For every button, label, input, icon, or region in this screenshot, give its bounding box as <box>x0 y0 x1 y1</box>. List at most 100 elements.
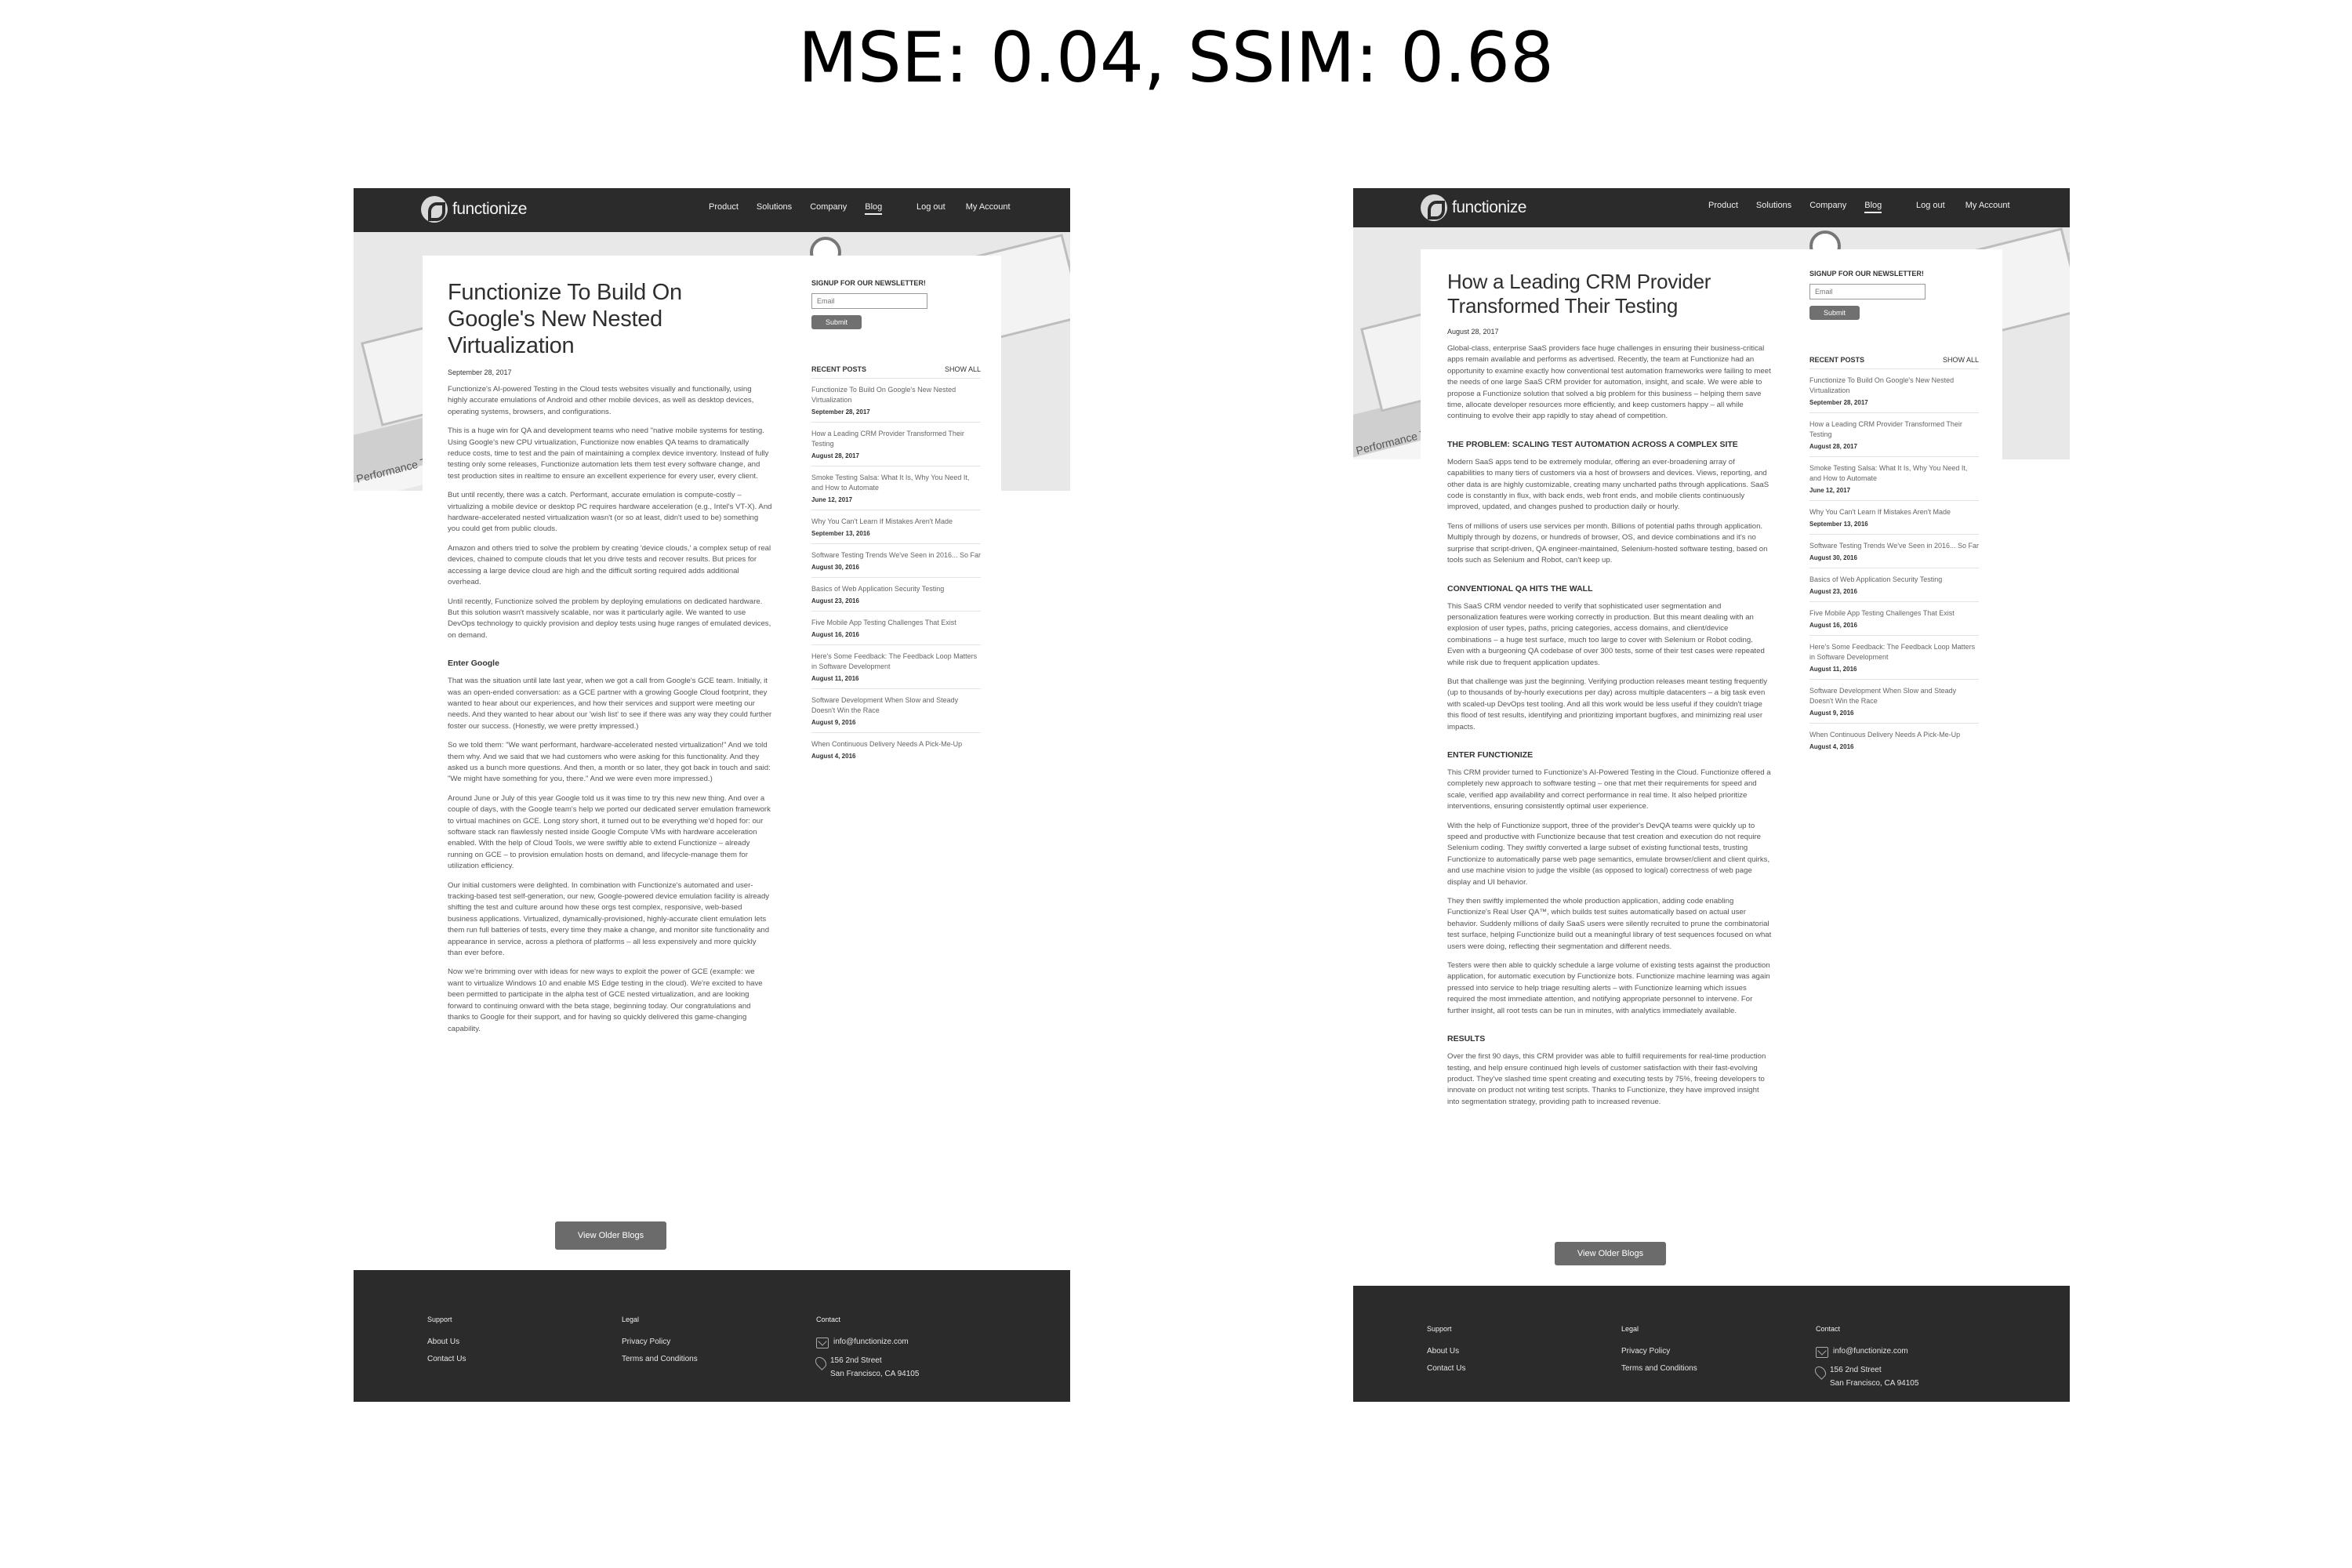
recent-post-date: September 13, 2016 <box>811 530 870 537</box>
recent-posts-header: RECENT POSTS SHOW ALL <box>1809 356 1979 364</box>
footer-legal: Legal Privacy Policy Terms and Condition… <box>622 1316 698 1372</box>
account-links: Log out My Account <box>916 202 1011 212</box>
recent-post-item[interactable]: Basics of Web Application Security Testi… <box>1809 568 1979 601</box>
article-body: Global-class, enterprise SaaS providers … <box>1447 343 1772 1108</box>
my-account-link[interactable]: My Account <box>1965 201 2010 210</box>
recent-posts-list: Functionize To Build On Google's New Nes… <box>1809 368 1979 757</box>
recent-post-date: August 9, 2016 <box>1809 710 1854 717</box>
recent-post-item[interactable]: Here's Some Feedback: The Feedback Loop … <box>1809 635 1979 679</box>
recent-post-item[interactable]: Smoke Testing Salsa: What It Is, Why You… <box>1809 456 1979 500</box>
logout-link[interactable]: Log out <box>916 202 946 212</box>
recent-post-date: August 30, 2016 <box>811 564 859 571</box>
recent-post-item[interactable]: When Continuous Delivery Needs A Pick-Me… <box>1809 723 1979 757</box>
recent-posts-label: RECENT POSTS <box>811 365 867 373</box>
newsletter-submit-button[interactable]: Submit <box>1809 306 1860 320</box>
recent-post-title[interactable]: How a Leading CRM Provider Transformed T… <box>811 429 981 449</box>
recent-post-item[interactable]: How a Leading CRM Provider Transformed T… <box>811 422 981 466</box>
footer-support: Support About Us Contact Us <box>427 1316 466 1372</box>
recent-post-item[interactable]: Software Testing Trends We've Seen in 20… <box>811 543 981 577</box>
nav-link-blog[interactable]: Blog <box>1864 201 1882 213</box>
recent-post-item[interactable]: Why You Can't Learn If Mistakes Aren't M… <box>811 510 981 543</box>
nav-link-product[interactable]: Product <box>709 202 739 215</box>
footer-address: 156 2nd Street San Francisco, CA 94105 <box>813 1355 920 1378</box>
recent-post-item[interactable]: Software Development When Slow and Stead… <box>811 688 981 732</box>
recent-post-title[interactable]: Functionize To Build On Google's New Nes… <box>1809 376 1979 396</box>
show-all-link[interactable]: SHOW ALL <box>1943 356 1979 364</box>
logout-link[interactable]: Log out <box>1916 201 1945 210</box>
recent-post-item[interactable]: Here's Some Feedback: The Feedback Loop … <box>811 644 981 688</box>
logo[interactable]: functionize <box>1421 194 1526 221</box>
newsletter-email-input[interactable] <box>1809 284 1926 299</box>
article-paragraph: But that challenge was just the beginnin… <box>1447 677 1767 731</box>
logo[interactable]: functionize <box>421 196 527 223</box>
footer-contact: Contact info@functionize.com 156 2nd Str… <box>813 1316 920 1386</box>
logo-text: functionize <box>1452 198 1526 216</box>
recent-post-item[interactable]: Functionize To Build On Google's New Nes… <box>811 378 981 422</box>
recent-post-item[interactable]: Smoke Testing Salsa: What It Is, Why You… <box>811 466 981 510</box>
mail-icon <box>1816 1347 1828 1358</box>
sidebar: SIGNUP FOR OUR NEWSLETTER! Submit RECENT… <box>1809 270 1979 757</box>
nav-link-company[interactable]: Company <box>1809 201 1846 213</box>
footer-contact-link[interactable]: Contact Us <box>427 1355 466 1363</box>
recent-post-date: August 28, 2017 <box>811 452 859 459</box>
recent-post-title[interactable]: Why You Can't Learn If Mistakes Aren't M… <box>811 517 981 527</box>
nav-link-solutions[interactable]: Solutions <box>757 202 792 215</box>
nav-link-blog[interactable]: Blog <box>865 202 883 215</box>
recent-post-title[interactable]: How a Leading CRM Provider Transformed T… <box>1809 419 1979 440</box>
recent-post-item[interactable]: Five Mobile App Testing Challenges That … <box>811 611 981 644</box>
recent-post-item[interactable]: How a Leading CRM Provider Transformed T… <box>1809 412 1979 456</box>
nav-link-solutions[interactable]: Solutions <box>1756 201 1791 213</box>
footer-terms-link[interactable]: Terms and Conditions <box>622 1355 698 1363</box>
recent-post-title[interactable]: Software Testing Trends We've Seen in 20… <box>1809 541 1979 551</box>
recent-post-item[interactable]: When Continuous Delivery Needs A Pick-Me… <box>811 732 981 766</box>
footer-address-line1: 156 2nd Street <box>1830 1366 1882 1374</box>
footer-terms-link[interactable]: Terms and Conditions <box>1621 1364 1697 1373</box>
footer-email-link[interactable]: info@functionize.com <box>1833 1347 1908 1356</box>
recent-post-title[interactable]: Here's Some Feedback: The Feedback Loop … <box>811 652 981 672</box>
recent-post-title[interactable]: Basics of Web Application Security Testi… <box>811 584 981 594</box>
footer-contact-link[interactable]: Contact Us <box>1427 1364 1465 1373</box>
show-all-link[interactable]: SHOW ALL <box>945 365 981 373</box>
recent-post-title[interactable]: Functionize To Build On Google's New Nes… <box>811 385 981 405</box>
footer-email-link[interactable]: info@functionize.com <box>833 1338 909 1346</box>
recent-post-title[interactable]: Smoke Testing Salsa: What It Is, Why You… <box>1809 463 1979 484</box>
view-older-blogs-button[interactable]: View Older Blogs <box>555 1221 666 1250</box>
recent-post-title[interactable]: When Continuous Delivery Needs A Pick-Me… <box>1809 730 1979 740</box>
newsletter-submit-button[interactable]: Submit <box>811 315 862 329</box>
logo-icon <box>1421 194 1447 221</box>
recent-post-title[interactable]: Software Development When Slow and Stead… <box>811 695 981 716</box>
recent-post-title[interactable]: When Continuous Delivery Needs A Pick-Me… <box>811 739 981 750</box>
footer-address-line2: San Francisco, CA 94105 <box>1830 1379 1919 1388</box>
footer-privacy-link[interactable]: Privacy Policy <box>622 1338 698 1346</box>
recent-post-item[interactable]: Software Development When Slow and Stead… <box>1809 679 1979 723</box>
recent-post-title[interactable]: Software Testing Trends We've Seen in 20… <box>811 550 981 561</box>
recent-post-date: August 11, 2016 <box>811 675 859 682</box>
recent-post-item[interactable]: Basics of Web Application Security Testi… <box>811 577 981 611</box>
recent-post-title[interactable]: Why You Can't Learn If Mistakes Aren't M… <box>1809 507 1979 517</box>
recent-post-item[interactable]: Why You Can't Learn If Mistakes Aren't M… <box>1809 500 1979 534</box>
footer-privacy-link[interactable]: Privacy Policy <box>1621 1347 1697 1356</box>
account-links: Log out My Account <box>1916 201 2010 210</box>
footer-address-line2: San Francisco, CA 94105 <box>830 1370 920 1378</box>
nav-link-company[interactable]: Company <box>810 202 847 215</box>
recent-post-title[interactable]: Basics of Web Application Security Testi… <box>1809 575 1979 585</box>
recent-post-item[interactable]: Five Mobile App Testing Challenges That … <box>1809 601 1979 635</box>
recent-post-date: August 11, 2016 <box>1809 666 1857 673</box>
article-section-heading: Results <box>1447 1034 1486 1044</box>
recent-posts-list: Functionize To Build On Google's New Nes… <box>811 378 981 766</box>
nav-link-product[interactable]: Product <box>1708 201 1738 213</box>
recent-post-title[interactable]: Software Development When Slow and Stead… <box>1809 686 1979 706</box>
recent-post-title[interactable]: Five Mobile App Testing Challenges That … <box>811 618 981 628</box>
footer-about-link[interactable]: About Us <box>427 1338 466 1346</box>
view-older-blogs-button[interactable]: View Older Blogs <box>1555 1242 1666 1265</box>
article-paragraph: Global-class, enterprise SaaS providers … <box>1447 344 1771 421</box>
recent-post-title[interactable]: Here's Some Feedback: The Feedback Loop … <box>1809 642 1979 662</box>
recent-post-item[interactable]: Software Testing Trends We've Seen in 20… <box>1809 534 1979 568</box>
footer-about-link[interactable]: About Us <box>1427 1347 1465 1356</box>
my-account-link[interactable]: My Account <box>966 202 1011 212</box>
recent-post-title[interactable]: Five Mobile App Testing Challenges That … <box>1809 608 1979 619</box>
newsletter-email-input[interactable] <box>811 293 927 309</box>
article-paragraph: Tens of millions of users use services p… <box>1447 521 1768 565</box>
recent-post-item[interactable]: Functionize To Build On Google's New Nes… <box>1809 368 1979 412</box>
recent-post-title[interactable]: Smoke Testing Salsa: What It Is, Why You… <box>811 473 981 493</box>
